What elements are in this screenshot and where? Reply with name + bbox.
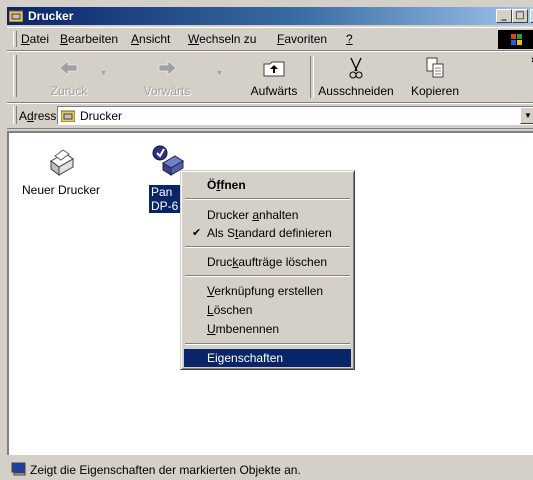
menu-separator xyxy=(185,246,350,248)
address-bar: Adresse Drucker ▼ xyxy=(7,103,533,129)
menu-favoriten[interactable]: Favoriten xyxy=(277,32,327,46)
menu-item-open[interactable]: Öffnen xyxy=(184,175,351,195)
menu-item-pause-printer[interactable]: Drucker anhalten xyxy=(184,206,351,224)
copy-icon xyxy=(426,57,444,78)
add-printer-label: Neuer Drucker xyxy=(21,183,101,197)
forward-dropdown-icon[interactable]: ▼ xyxy=(216,70,223,77)
menu-help[interactable]: ? xyxy=(346,32,353,46)
menu-item-purge-jobs[interactable]: Druckaufträge löschen xyxy=(184,253,351,271)
menu-item-rename[interactable]: Umbenennen xyxy=(184,320,351,338)
copy-button[interactable]: Kopieren xyxy=(405,56,465,100)
add-printer-icon xyxy=(50,149,74,176)
menu-separator xyxy=(185,343,350,345)
window-title: Drucker xyxy=(28,9,74,23)
printer-folder-icon xyxy=(61,110,75,122)
menu-separator xyxy=(185,198,350,200)
menu-item-set-default[interactable]: ✔ Als Standard definieren xyxy=(184,224,351,242)
menubar-grip[interactable] xyxy=(13,31,17,47)
menu-datei[interactable]: Datei xyxy=(21,32,49,46)
address-dropdown-button[interactable]: ▼ xyxy=(520,107,533,124)
menu-wechseln-zu[interactable]: Wechseln zu xyxy=(188,32,256,46)
menu-item-create-shortcut[interactable]: Verknüpfung erstellen xyxy=(184,282,351,300)
windows-logo xyxy=(498,30,533,49)
forward-button[interactable]: Vorwärts xyxy=(139,56,195,100)
printer-folder-icon xyxy=(9,10,23,22)
standard-toolbar: Zurück ▼ Vorwärts ▼ Aufwärts Ausschneide… xyxy=(7,51,533,103)
menu-separator xyxy=(185,275,350,277)
menu-bearbeiten[interactable]: Bearbeiten xyxy=(60,32,118,46)
up-button[interactable]: Aufwärts xyxy=(243,56,305,100)
folder-up-icon xyxy=(263,61,285,77)
title-bar[interactable]: Drucker _ □ × xyxy=(7,7,533,25)
menu-ansicht[interactable]: Ansicht xyxy=(131,32,170,46)
address-value: Drucker xyxy=(80,109,123,123)
back-arrow-icon xyxy=(59,60,78,76)
toolbar-grip[interactable] xyxy=(13,55,17,97)
scissors-icon xyxy=(349,57,363,79)
back-dropdown-icon[interactable]: ▼ xyxy=(100,70,107,77)
menu-item-delete[interactable]: Löschen xyxy=(184,301,351,319)
windows-flag-icon xyxy=(511,34,522,45)
forward-arrow-icon xyxy=(158,60,177,76)
add-printer-item[interactable]: Neuer Drucker xyxy=(19,147,103,197)
menu-bar: Datei Bearbeiten Ansicht Wechseln zu Fav… xyxy=(7,27,533,51)
explorer-window: Drucker _ □ × Datei Bearbeiten Ansicht W… xyxy=(0,0,533,477)
status-text: Zeigt die Eigenschaften der markierten O… xyxy=(30,463,301,477)
minimize-button[interactable]: _ xyxy=(496,9,512,23)
menu-item-properties[interactable]: Eigenschaften xyxy=(184,349,351,367)
address-field[interactable]: Drucker ▼ xyxy=(57,106,533,125)
computer-icon xyxy=(11,462,26,476)
check-icon: ✔ xyxy=(192,227,202,239)
back-button[interactable]: Zurück xyxy=(41,56,97,100)
cut-button[interactable]: Ausschneiden xyxy=(315,56,397,100)
maximize-button[interactable]: □ xyxy=(512,9,528,23)
printer-label: Pan DP-6 xyxy=(149,185,182,213)
toolbar-separator xyxy=(310,56,314,98)
context-menu: Öffnen Drucker anhalten ✔ Als Standard de… xyxy=(180,170,355,370)
addressbar-grip[interactable] xyxy=(13,106,17,124)
